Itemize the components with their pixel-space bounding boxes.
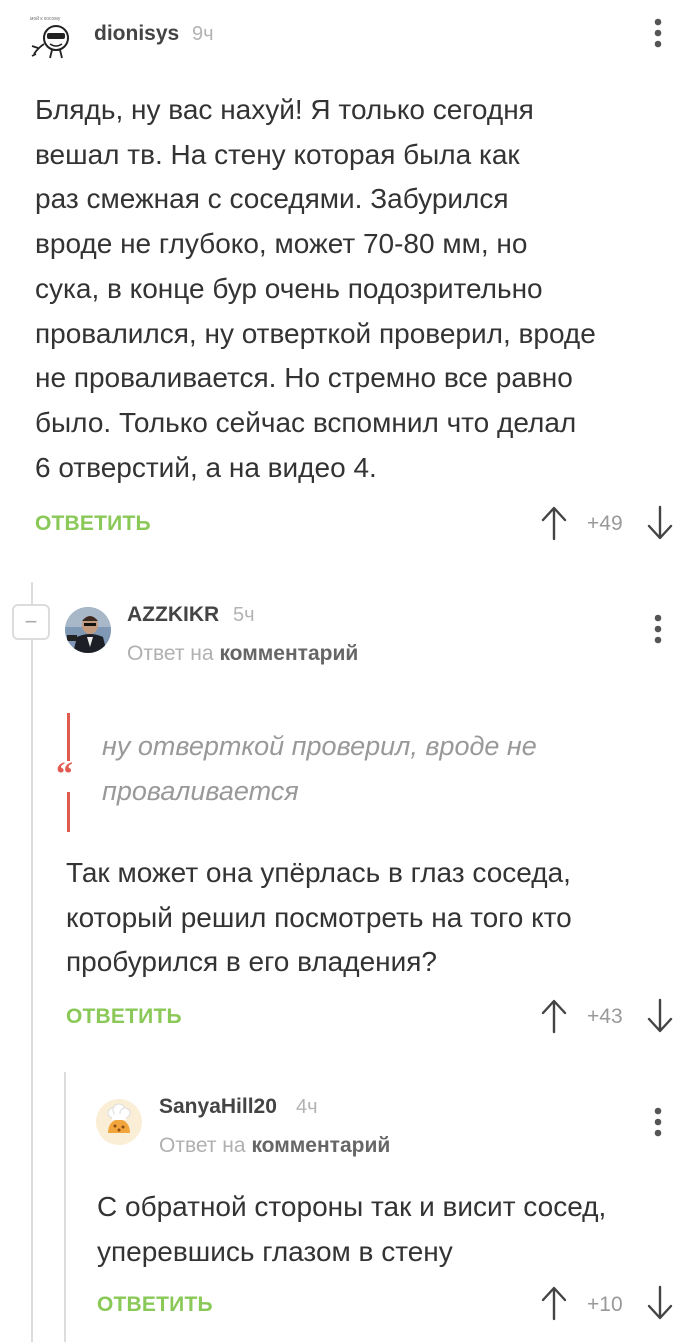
thread-line[interactable] xyxy=(31,582,33,1342)
reply-to-prefix: Ответ на xyxy=(127,642,214,665)
reply-button[interactable]: ОТВЕТИТЬ xyxy=(66,1005,182,1029)
comment-author[interactable]: SanyaHill20 xyxy=(159,1095,277,1119)
comment-line: было. Только сейчас вспомнил что делал xyxy=(35,406,577,438)
quote-bar xyxy=(67,713,70,761)
reply-to-link[interactable]: комментарий xyxy=(251,1134,390,1157)
comment-time: 9ч xyxy=(192,23,214,45)
quote-line: проваливается xyxy=(102,775,299,806)
comment-line: Так может она упёрлась в глаз соседа, xyxy=(66,857,571,888)
comment-line: уперевшись глазом в стену xyxy=(97,1235,453,1267)
avatar[interactable] xyxy=(65,607,111,653)
avatar[interactable]: мой к косому xyxy=(24,14,78,62)
comment-line: не проваливается. Но стремно все равно xyxy=(35,362,573,394)
comment-line: пробурился в его владения? xyxy=(66,946,437,978)
arrow-up-icon[interactable] xyxy=(539,998,569,1039)
comment-author[interactable]: AZZKIKR xyxy=(127,603,219,627)
comment-line: вешал тв. На стену которая была как xyxy=(35,138,520,170)
reply-button[interactable]: ОТВЕТИТЬ xyxy=(97,1293,213,1317)
comment-score: +49 xyxy=(587,512,623,535)
comment-line: который решил посмотреть на того кто xyxy=(66,901,572,933)
quote-bar xyxy=(67,792,70,832)
reply-button[interactable]: ОТВЕТИТЬ xyxy=(35,512,151,536)
comment-author[interactable]: dionisys xyxy=(94,22,179,46)
kebab-menu-icon[interactable] xyxy=(652,1106,664,1143)
comment-line: Блядь, ну вас нахуй! Я только сегодня xyxy=(35,94,534,125)
comment-body: Так может она упёрлась в глаз соседа, ко… xyxy=(66,851,686,985)
reply-to-line: Ответ на комментарий xyxy=(127,642,358,666)
arrow-up-icon[interactable] xyxy=(539,505,569,546)
comment-score: +10 xyxy=(587,1293,623,1316)
quote-icon: “ xyxy=(56,756,73,793)
quoted-text: ну отверткой проверил, вроде не провалив… xyxy=(102,724,662,813)
avatar-caption: мой к косому xyxy=(30,15,61,22)
comment-body: Блядь, ну вас нахуй! Я только сегодня ве… xyxy=(35,88,685,490)
thread-line[interactable] xyxy=(64,1072,66,1342)
comment-line: С обратной стороны так и висит сосед, xyxy=(97,1191,607,1222)
collapse-icon[interactable]: − xyxy=(12,604,50,640)
kebab-menu-icon[interactable] xyxy=(652,613,664,650)
reply-to-line: Ответ на комментарий xyxy=(159,1134,390,1158)
quote-line: ну отверткой проверил, вроде не xyxy=(102,731,537,761)
arrow-down-icon[interactable] xyxy=(645,998,675,1039)
reply-to-prefix: Ответ на xyxy=(159,1134,246,1157)
arrow-down-icon[interactable] xyxy=(645,1285,675,1326)
comment-line: провалился, ну отверткой проверил, вроде xyxy=(35,317,596,349)
kebab-menu-icon[interactable] xyxy=(652,17,664,54)
comment-line: раз смежная с соседями. Забурился xyxy=(35,183,509,215)
comment-line: 6 отверстий, а на видео 4. xyxy=(35,451,377,483)
comment-body: С обратной стороны так и висит сосед, уп… xyxy=(97,1185,692,1274)
arrow-up-icon[interactable] xyxy=(539,1285,569,1326)
comment-time: 4ч xyxy=(296,1096,318,1118)
arrow-down-icon[interactable] xyxy=(645,505,675,546)
collapse-symbol: − xyxy=(24,609,38,634)
avatar[interactable] xyxy=(96,1099,142,1145)
comment-line: вроде не глубоко, может 70-80 мм, но xyxy=(35,228,528,260)
reply-to-link[interactable]: комментарий xyxy=(219,642,358,665)
comment-line: сука, в конце бур очень подозрительно xyxy=(35,272,543,304)
comment-score: +43 xyxy=(587,1005,623,1028)
comment-time: 5ч xyxy=(233,604,255,626)
